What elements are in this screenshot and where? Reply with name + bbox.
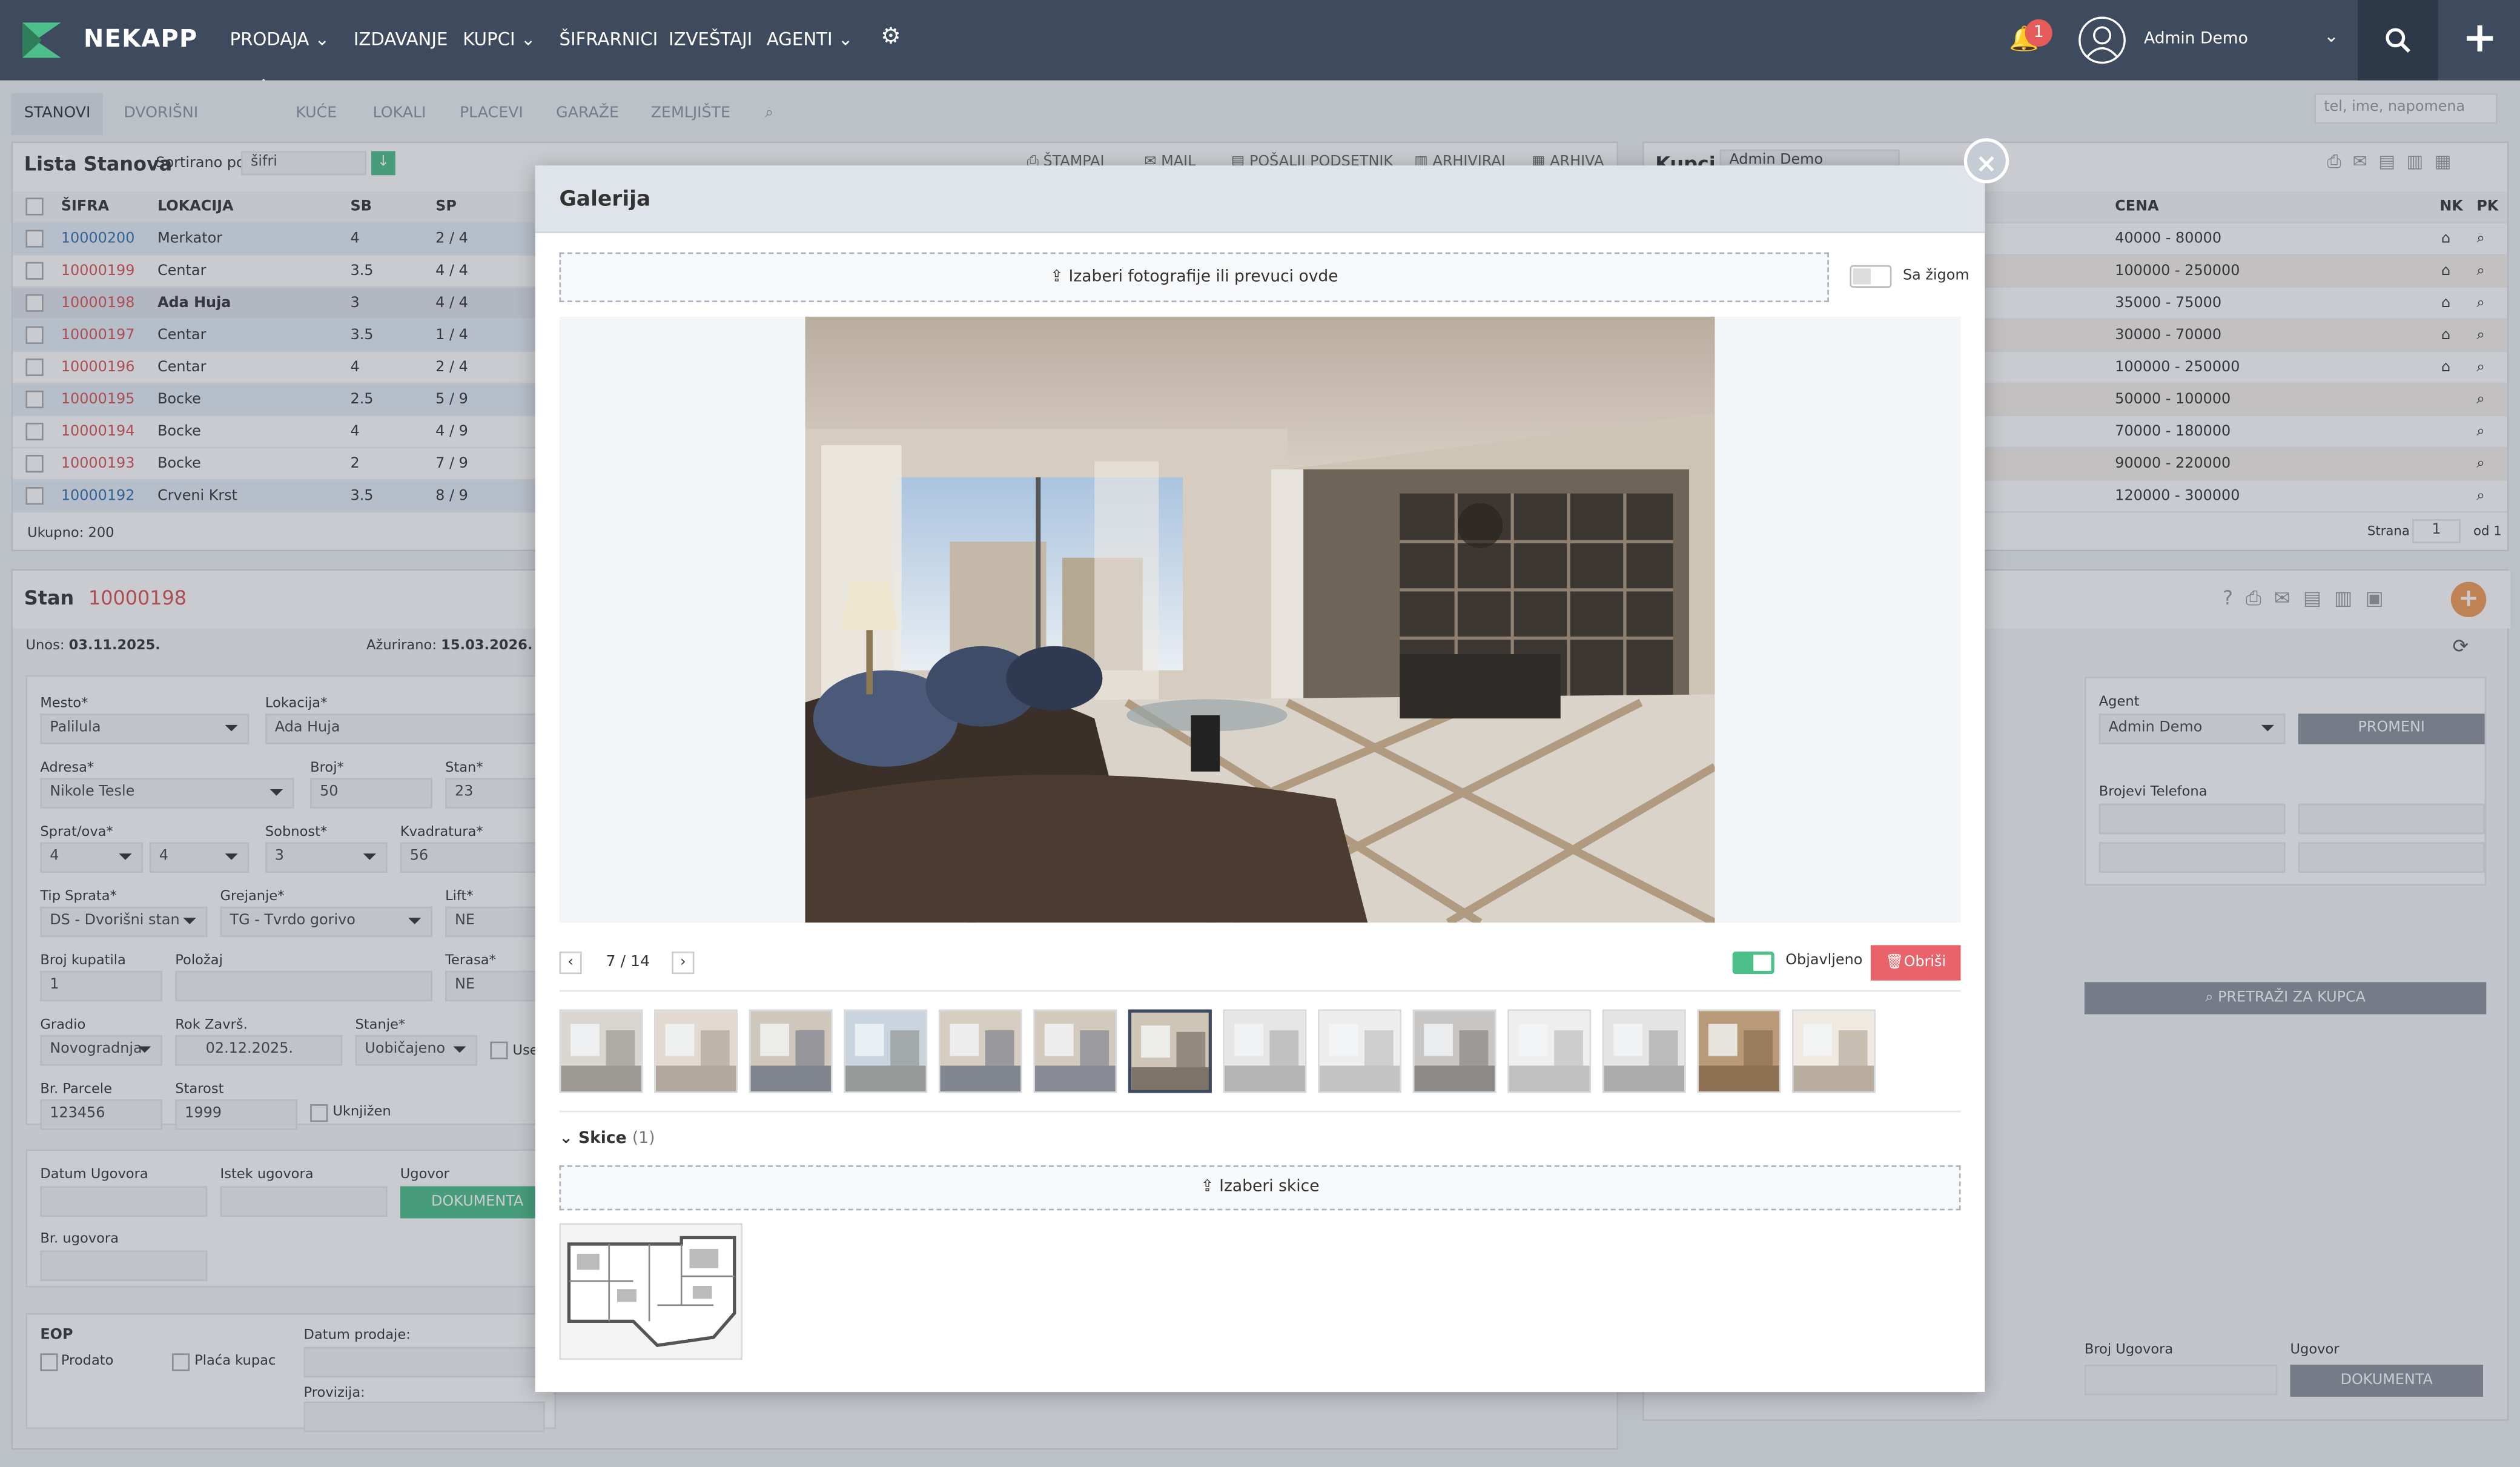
- add-button[interactable]: +: [2439, 0, 2520, 81]
- gallery-thumbnail[interactable]: [938, 1009, 1022, 1093]
- gear-icon[interactable]: ⚙: [881, 24, 901, 50]
- next-photo-button[interactable]: ›: [672, 951, 695, 975]
- thumbnail-image: [561, 1011, 641, 1091]
- gallery-thumbnail[interactable]: [749, 1009, 833, 1093]
- thumbnail-image: [1414, 1011, 1495, 1091]
- thumbnail-image: [1131, 1012, 1209, 1090]
- gallery-thumbnail[interactable]: [1223, 1009, 1307, 1093]
- sketch-thumbnail[interactable]: [559, 1223, 743, 1360]
- thumbnail-image: [940, 1011, 1021, 1091]
- top-navbar: NEKAPP PRODAJA ⌄ IZDAVANJE KUPCI ⌄ ŠIFRA…: [0, 0, 2520, 87]
- thumbnail-image: [1509, 1011, 1590, 1091]
- chevron-down-icon: ⌄: [838, 28, 853, 50]
- thumbnail-image: [750, 1011, 831, 1091]
- nav-sifrarnici[interactable]: ŠIFRARNICI: [559, 29, 658, 50]
- chevron-down-icon: ⌄: [559, 1130, 573, 1148]
- photo-counter: 7 / 14: [606, 953, 650, 971]
- sketches-header[interactable]: ⌄ Skice (1): [559, 1130, 655, 1148]
- gallery-thumbnail[interactable]: [1128, 1009, 1212, 1093]
- nav-agenti[interactable]: AGENTI ⌄: [767, 29, 853, 50]
- upload-icon: ⇪: [1200, 1178, 1214, 1196]
- notification-badge: 1: [2025, 19, 2052, 47]
- gallery-thumbnail[interactable]: [1507, 1009, 1592, 1093]
- watermark-toggle[interactable]: [1850, 265, 1892, 288]
- photo-viewer: [559, 316, 1961, 923]
- gallery-thumbnail[interactable]: [1791, 1009, 1876, 1093]
- thumbnail-image: [845, 1011, 926, 1091]
- gallery-thumbnail[interactable]: [559, 1009, 643, 1093]
- sketch-upload-dropzone[interactable]: ⇪ Izaberi skice: [559, 1165, 1961, 1211]
- close-modal-button[interactable]: ×: [1963, 138, 2009, 184]
- chevron-down-icon: ⌄: [314, 28, 330, 50]
- nav-izdavanje[interactable]: IZDAVANJE: [354, 29, 448, 50]
- search-button[interactable]: [2357, 0, 2438, 81]
- gallery-thumbnail[interactable]: [1697, 1009, 1781, 1093]
- avatar-icon[interactable]: [2078, 16, 2126, 65]
- watermark-label: Sa žigom: [1902, 268, 1969, 285]
- thumbnail-image: [1225, 1011, 1305, 1091]
- gallery-thumbnail[interactable]: [654, 1009, 738, 1093]
- thumbnail-image: [655, 1011, 736, 1091]
- nav-izvestaji[interactable]: IZVEŠTAJI: [669, 29, 752, 50]
- thumbnail-image: [1698, 1011, 1779, 1091]
- upload-icon: ⇪: [1050, 268, 1064, 286]
- thumbnail-image: [1604, 1011, 1685, 1091]
- prev-photo-button[interactable]: ‹: [559, 951, 582, 975]
- brand-name: NEKAPP: [83, 24, 198, 53]
- user-name[interactable]: Admin Demo: [2144, 30, 2248, 48]
- main-photo[interactable]: [805, 316, 1715, 923]
- modal-title: Galerija: [559, 188, 651, 213]
- published-label: Objavljeno: [1785, 953, 1863, 970]
- modal-header: Galerija: [535, 165, 1985, 233]
- gallery-thumbnail[interactable]: [1412, 1009, 1496, 1093]
- thumbnail-image: [1034, 1011, 1116, 1091]
- nav-kupci[interactable]: KUPCI ⌄: [463, 29, 535, 50]
- thumbnail-image: [1793, 1011, 1874, 1091]
- chevron-down-icon[interactable]: ⌄: [2324, 25, 2338, 46]
- published-toggle[interactable]: [1732, 951, 1774, 975]
- chevron-down-icon: ⌄: [520, 28, 536, 50]
- gallery-thumbnail[interactable]: [1033, 1009, 1117, 1093]
- gallery-thumbnail[interactable]: [844, 1009, 928, 1093]
- trash-icon: 🗑: [1885, 955, 1904, 971]
- close-icon: ×: [1976, 148, 1997, 179]
- nav-prodaja[interactable]: PRODAJA ⌄: [230, 28, 330, 87]
- search-icon: [2386, 28, 2410, 53]
- thumbnail-image: [1319, 1011, 1400, 1091]
- gallery-thumbnail[interactable]: [1602, 1009, 1686, 1093]
- photo-upload-dropzone[interactable]: ⇪ Izaberi fotografije ili prevuci ovde: [559, 252, 1829, 302]
- floor-plan-image: [561, 1225, 741, 1359]
- delete-photo-button[interactable]: 🗑Obriši: [1870, 945, 1961, 981]
- gallery-modal: Galerija ⇪ Izaberi fotografije ili prevu…: [535, 165, 1985, 1392]
- logo-icon: [22, 22, 61, 58]
- gallery-thumbnail[interactable]: [1318, 1009, 1402, 1093]
